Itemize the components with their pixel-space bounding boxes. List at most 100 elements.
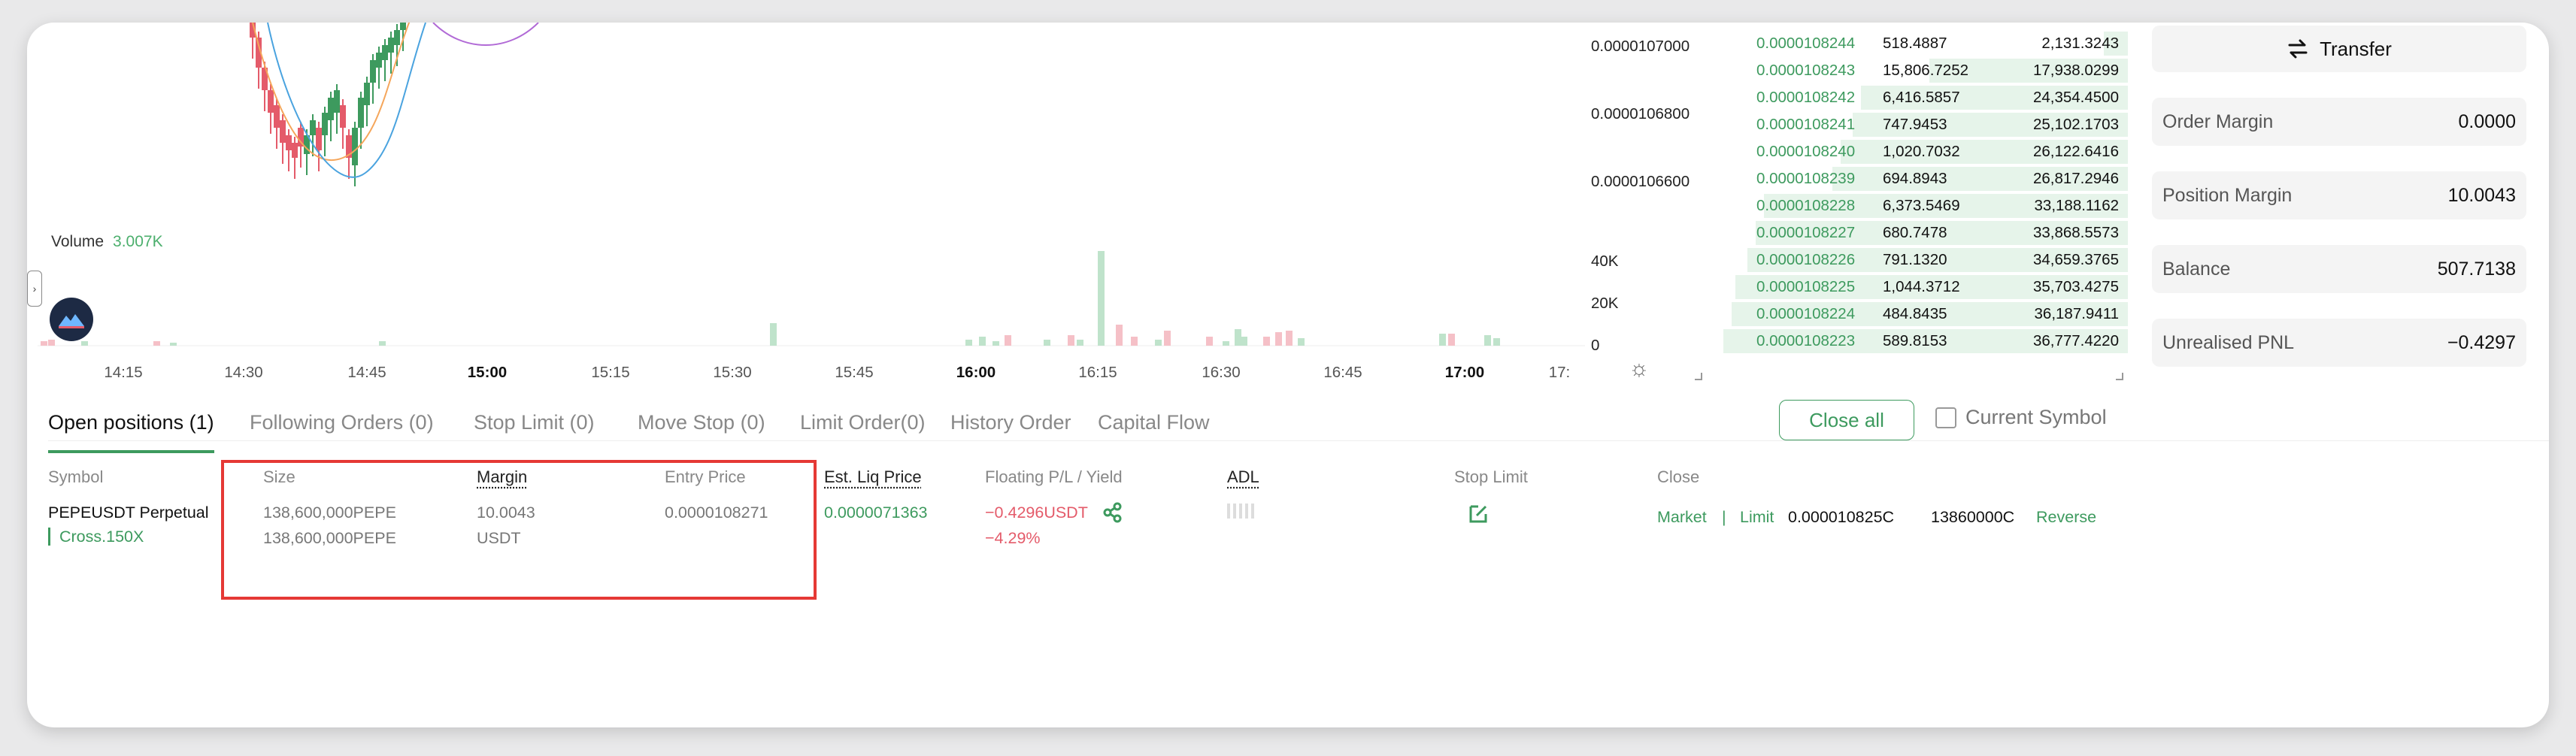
time-axis-label: 17: xyxy=(1549,364,1571,381)
candle-body xyxy=(268,90,274,113)
orderbook-total: 34,659.3765 xyxy=(2032,251,2119,268)
position-symbol: PEPEUSDT Perpetual xyxy=(48,503,209,522)
volume-bar xyxy=(1005,335,1011,346)
header-stop-limit: Stop Limit xyxy=(1454,467,1528,486)
order-margin-row: Order Margin 0.0000 xyxy=(2152,98,2526,146)
volume-bar xyxy=(1263,337,1270,346)
collapse-toggle[interactable]: › xyxy=(27,271,42,307)
candle-body xyxy=(310,120,316,135)
volume-label: Volume 3.007K xyxy=(51,233,163,251)
time-axis-label: 15:30 xyxy=(713,364,751,381)
orderbook-row[interactable]: 0.0000108242 6,416.5857 24,354.4500 xyxy=(1723,84,2128,111)
volume-bar xyxy=(1298,338,1305,346)
volume-bar xyxy=(1206,337,1213,346)
volume-bar xyxy=(1164,331,1171,346)
orderbook-price: 0.0000108240 xyxy=(1756,143,1856,160)
adl-indicator xyxy=(1227,503,1254,519)
leverage-badge[interactable]: Cross.150X xyxy=(48,528,144,546)
orderbook-row[interactable]: 0.0000108243 15,806.7252 17,938.0299 xyxy=(1723,57,2128,84)
tab-move-stop[interactable]: Move Stop (0) xyxy=(638,403,765,463)
candle-body xyxy=(394,30,400,45)
tab-stop-limit[interactable]: Stop Limit (0) xyxy=(474,403,595,463)
balance-label: Balance xyxy=(2162,258,2231,280)
tab-limit-order[interactable]: Limit Order(0) xyxy=(800,403,926,463)
time-axis-label: 14:45 xyxy=(347,364,386,381)
orderbook-row[interactable]: 0.0000108223 589.8153 36,777.4220 xyxy=(1723,328,2128,355)
time-axis-label: 14:15 xyxy=(104,364,142,381)
orderbook-row[interactable]: 0.0000108226 791.1320 34,659.3765 xyxy=(1723,246,2128,274)
orderbook-total: 36,777.4220 xyxy=(2032,332,2119,349)
candle-body xyxy=(388,38,394,53)
tab-open-positions[interactable]: Open positions (1) xyxy=(48,403,214,463)
header-liq-price[interactable]: Est. Liq Price xyxy=(824,467,922,487)
transfer-icon xyxy=(2288,39,2308,59)
unrealised-pnl-row: Unrealised PNL −0.4297 xyxy=(2152,319,2526,367)
current-symbol-filter[interactable]: Current Symbol xyxy=(1935,406,2107,429)
orderbook-size: 747.9453 xyxy=(1883,116,1947,133)
orderbook-row[interactable]: 0.0000108224 484.8435 36,187.9411 xyxy=(1723,301,2128,328)
order-book: 0.0000108244 518.4887 2,131.3243 0.00001082… xyxy=(1723,30,2128,355)
close-quantity-input[interactable]: 13860000C xyxy=(1931,508,2014,527)
orderbook-size: 15,806.7252 xyxy=(1883,62,1969,79)
candle-body xyxy=(370,60,376,83)
balance-row: Balance 507.7138 xyxy=(2152,245,2526,293)
tab-following-orders[interactable]: Following Orders (0) xyxy=(250,403,434,463)
time-axis-label: 16:45 xyxy=(1323,364,1362,381)
settings-icon[interactable]: ☼ xyxy=(1629,356,1650,382)
volume-axis-label: 0 xyxy=(1591,337,1599,354)
orderbook-total: 36,187.9411 xyxy=(2034,305,2119,322)
volume-bar xyxy=(1439,334,1446,346)
resize-handle[interactable] xyxy=(2116,373,2123,380)
time-axis-label: 15:45 xyxy=(835,364,873,381)
volume-axis-label: 20K xyxy=(1591,295,1619,312)
pnl-yield: −4.29% xyxy=(985,529,1041,547)
orderbook-size: 518.4887 xyxy=(1883,35,1947,52)
orderbook-price: 0.0000108227 xyxy=(1756,224,1856,241)
orderbook-row[interactable]: 0.0000108239 694.8943 26,817.2946 xyxy=(1723,165,2128,192)
unrealised-pnl-label: Unrealised PNL xyxy=(2162,331,2295,353)
header-symbol: Symbol xyxy=(48,467,104,486)
volume-bar xyxy=(1098,251,1105,346)
orderbook-row[interactable]: 0.0000108241 747.9453 25,102.1703 xyxy=(1723,111,2128,138)
candle-body xyxy=(400,23,406,30)
header-close: Close xyxy=(1657,467,1700,486)
resize-handle[interactable] xyxy=(1695,373,1702,380)
close-all-button[interactable]: Close all xyxy=(1779,400,1914,440)
current-symbol-checkbox[interactable] xyxy=(1935,407,1956,428)
candle-body xyxy=(352,128,358,165)
close-price-input[interactable]: 0.000010825C xyxy=(1788,508,1894,527)
share-icon[interactable] xyxy=(1102,502,1123,523)
header-adl[interactable]: ADL xyxy=(1227,467,1259,487)
volume-bar xyxy=(1484,335,1491,346)
price-axis-label: 0.0000106800 xyxy=(1591,105,1690,122)
edit-icon[interactable] xyxy=(1468,502,1490,525)
orderbook-row[interactable]: 0.0000108227 680.7478 33,868.5573 xyxy=(1723,219,2128,246)
volume-bar xyxy=(153,341,160,346)
volume-bar xyxy=(81,341,88,346)
candle-body xyxy=(286,135,292,150)
candle-body xyxy=(376,53,382,68)
reverse-button[interactable]: Reverse xyxy=(2036,508,2096,527)
tab-capital-flow[interactable]: Capital Flow xyxy=(1098,403,1210,463)
volume-bar xyxy=(1241,337,1247,346)
tab-history-order[interactable]: History Order xyxy=(950,403,1071,463)
orderbook-size: 6,373.5469 xyxy=(1883,197,1960,214)
transfer-button[interactable]: Transfer xyxy=(2152,26,2526,72)
orderbook-row[interactable]: 0.0000108244 518.4887 2,131.3243 xyxy=(1723,30,2128,57)
volume-bar xyxy=(1044,340,1050,346)
order-margin-value: 0.0000 xyxy=(2458,110,2516,132)
limit-close-button[interactable]: Limit xyxy=(1740,508,1774,527)
price-chart[interactable]: 0.0000107000 0.0000106800 0.0000106600 40K 2… xyxy=(27,23,1714,394)
market-close-button[interactable]: Market xyxy=(1657,508,1707,527)
orderbook-total: 2,131.3243 xyxy=(2041,35,2119,52)
volume-bar xyxy=(770,323,777,346)
orderbook-price: 0.0000108224 xyxy=(1756,305,1856,322)
orderbook-size: 6,416.5857 xyxy=(1883,89,1960,106)
time-axis-label: 16:30 xyxy=(1202,364,1240,381)
volume-bar xyxy=(1275,332,1282,346)
orderbook-row[interactable]: 0.0000108225 1,044.3712 35,703.4275 xyxy=(1723,274,2128,301)
volume-bar xyxy=(1131,337,1138,346)
orderbook-total: 35,703.4275 xyxy=(2032,278,2119,295)
orderbook-row[interactable]: 0.0000108240 1,020.7032 26,122.6416 xyxy=(1723,138,2128,165)
orderbook-row[interactable]: 0.0000108228 6,373.5469 33,188.1162 xyxy=(1723,192,2128,219)
